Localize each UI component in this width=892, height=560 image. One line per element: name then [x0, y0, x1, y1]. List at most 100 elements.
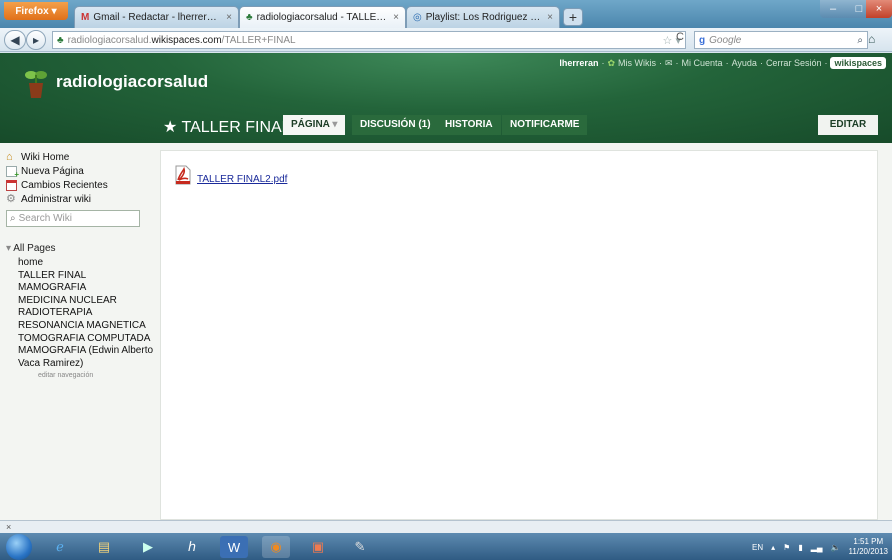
- wikispaces-badge[interactable]: wikispaces: [830, 57, 886, 69]
- page-link-resonancia[interactable]: RESONANCIA MAGNETICA: [18, 320, 154, 333]
- back-button[interactable]: ◀: [4, 30, 26, 50]
- close-addon-bar-icon[interactable]: ×: [6, 522, 11, 532]
- mail-icon: ✉: [665, 57, 673, 68]
- hp-icon[interactable]: ℎ: [178, 536, 206, 558]
- tab-radiologia[interactable]: ♣ radiologiacorsalud - TALLER FINAL ×: [239, 6, 406, 28]
- tab-label: Gmail - Redactar - lherreranieves@g...: [93, 12, 222, 23]
- ayuda-link[interactable]: Ayuda: [732, 58, 757, 68]
- plant-logo-icon: [25, 71, 47, 98]
- sidebar-item-label: Wiki Home: [21, 151, 70, 163]
- sidebar-item-administrar[interactable]: ⚙ Administrar wiki: [6, 192, 154, 206]
- page-content: TALLER FINAL2.pdf: [160, 150, 878, 520]
- url-path: /TALLER+FINAL: [221, 34, 296, 46]
- calendar-icon: [6, 179, 17, 191]
- page-link-mamografia[interactable]: MAMOGRAFIA: [18, 282, 154, 295]
- sidebar-item-label: Administrar wiki: [21, 193, 92, 205]
- firefox-taskbar-icon[interactable]: ◉: [262, 536, 290, 558]
- new-page-icon: +: [6, 165, 19, 179]
- tab-gmail[interactable]: M Gmail - Redactar - lherreranieves@g...…: [74, 6, 239, 28]
- site-name[interactable]: radiologiacorsalud: [56, 72, 208, 92]
- search-wiki-placeholder: Search Wiki: [18, 213, 72, 224]
- navigation-bar: ◀ ▸ ♣ radiologiacorsalud.wikispaces.com/…: [0, 28, 892, 52]
- close-tab-icon[interactable]: ×: [393, 12, 399, 23]
- search-icon: ⌕: [10, 213, 16, 224]
- paint-icon[interactable]: ✎: [346, 536, 374, 558]
- all-pages-label: All Pages: [13, 243, 56, 254]
- start-button[interactable]: [6, 534, 32, 560]
- pdf-file-link[interactable]: TALLER FINAL2.pdf: [197, 174, 287, 185]
- tray-arrow-icon[interactable]: ▴: [771, 543, 775, 552]
- firefox-label: Firefox: [15, 5, 49, 17]
- battery-icon[interactable]: ▮: [798, 543, 802, 552]
- tab-notificarme[interactable]: NOTIFICARME: [502, 115, 588, 135]
- forward-button[interactable]: ▸: [26, 30, 46, 50]
- all-pages-toggle[interactable]: ▾ All Pages: [6, 243, 154, 254]
- sidebar: ⌂ Wiki Home + Nueva Página Cambios Recie…: [6, 150, 154, 379]
- clock-date: 11/20/2013: [848, 547, 888, 556]
- firefox-menu-button[interactable]: Firefox ▾: [4, 2, 68, 20]
- flag-icon[interactable]: ⚑: [783, 543, 790, 552]
- tab-pagina[interactable]: PÁGINA ▾: [283, 115, 346, 135]
- page-link-home[interactable]: home: [18, 257, 154, 270]
- collapse-arrow-icon: ▾: [6, 243, 12, 254]
- url-prefix: radiologiacorsalud.: [67, 34, 152, 46]
- goear-icon: ◎: [413, 12, 422, 23]
- close-window-button[interactable]: ×: [866, 0, 892, 18]
- sidebar-item-wiki-home[interactable]: ⌂ Wiki Home: [6, 150, 154, 164]
- page-link-taller-final[interactable]: TALLER FINAL: [18, 270, 154, 283]
- minimize-button[interactable]: –: [820, 0, 846, 18]
- gmail-icon: M: [81, 12, 90, 23]
- page-link-tomografia[interactable]: TOMOGRAFIA COMPUTADA: [18, 333, 154, 346]
- search-wiki-input[interactable]: ⌕ Search Wiki: [6, 210, 140, 227]
- tab-goear[interactable]: ◎ Playlist: Los Rodriguez - goear.com ×: [406, 6, 560, 28]
- taskbar: ℯ ▤ ▶ ℎ W ◉ ▣ ✎ EN ▴ ⚑ ▮ ▂▄ 🔈 1:51 PM 11…: [0, 533, 892, 560]
- star-icon[interactable]: ★: [163, 119, 177, 136]
- folder-icon[interactable]: ▤: [90, 536, 118, 558]
- powerpoint-icon[interactable]: ▣: [304, 536, 332, 558]
- signal-icon[interactable]: ▂▄: [811, 543, 823, 552]
- close-tab-icon[interactable]: ×: [226, 12, 232, 23]
- tab-label: radiologiacorsalud - TALLER FINAL: [256, 12, 390, 23]
- internet-explorer-icon[interactable]: ℯ: [46, 536, 74, 558]
- google-icon: g: [699, 34, 706, 46]
- edit-button[interactable]: EDITAR: [818, 115, 878, 135]
- page-link-medicina-nuclear[interactable]: MEDICINA NUCLEAR: [18, 295, 154, 308]
- mis-wikis-link[interactable]: Mis Wikis: [618, 58, 656, 68]
- word-icon[interactable]: W: [220, 536, 248, 558]
- site-identity-icon: ♣: [57, 34, 64, 46]
- sidebar-item-cambios-recientes[interactable]: Cambios Recientes: [6, 178, 154, 192]
- search-bar[interactable]: g Google ⌕: [694, 31, 868, 49]
- tab-historia[interactable]: HISTORIA: [437, 115, 501, 135]
- close-tab-icon[interactable]: ×: [547, 12, 553, 23]
- tab-discusion[interactable]: DISCUSIÓN (1): [352, 115, 439, 135]
- language-indicator[interactable]: EN: [752, 543, 763, 552]
- username-link[interactable]: lherreran: [559, 58, 598, 68]
- cerrar-sesion-link[interactable]: Cerrar Sesión: [766, 58, 822, 68]
- attachment-row: TALLER FINAL2.pdf: [175, 165, 287, 185]
- media-player-icon[interactable]: ▶: [134, 536, 162, 558]
- search-icon[interactable]: ⌕: [857, 35, 863, 46]
- page-link-radioterapia[interactable]: RADIOTERAPIA: [18, 307, 154, 320]
- tab-pagina-label: PÁGINA: [291, 119, 330, 130]
- sidebar-item-label: Nueva Página: [21, 165, 84, 177]
- status-bar: ×: [0, 520, 892, 533]
- browser-titlebar: Firefox ▾ M Gmail - Redactar - lherrerani…: [0, 0, 892, 28]
- page-link-mamografia-edwin-cont[interactable]: Vaca Ramirez): [18, 358, 154, 371]
- mi-cuenta-link[interactable]: Mi Cuenta: [682, 58, 723, 68]
- edit-navigation-link[interactable]: editar navegación: [6, 372, 154, 379]
- home-icon[interactable]: ⌂: [868, 32, 875, 46]
- clock[interactable]: 1:51 PM 11/20/2013: [849, 537, 888, 557]
- user-bar: lherreran · ✿ Mis Wikis · ✉ · Mi Cuenta · Ay…: [559, 57, 886, 69]
- tab-label: Playlist: Los Rodriguez - goear.com: [425, 12, 543, 23]
- pdf-file-icon[interactable]: [175, 165, 191, 185]
- sidebar-item-nueva-pagina[interactable]: + Nueva Página: [6, 164, 154, 179]
- url-bar[interactable]: ♣ radiologiacorsalud.wikispaces.com/TALL…: [52, 31, 686, 49]
- system-tray: EN ▴ ⚑ ▮ ▂▄ 🔈 1:51 PM 11/20/2013: [752, 537, 888, 557]
- reload-icon[interactable]: C: [676, 31, 684, 43]
- volume-icon[interactable]: 🔈: [831, 543, 841, 552]
- page-link-mamografia-edwin[interactable]: MAMOGRAFIA (Edwin Alberto: [18, 345, 154, 358]
- new-tab-button[interactable]: +: [563, 8, 583, 26]
- dropdown-arrow-icon: ▾: [332, 119, 338, 130]
- page-list: home TALLER FINAL MAMOGRAFIA MEDICINA NU…: [6, 257, 154, 370]
- dropdown-arrow-icon: ▾: [51, 5, 57, 17]
